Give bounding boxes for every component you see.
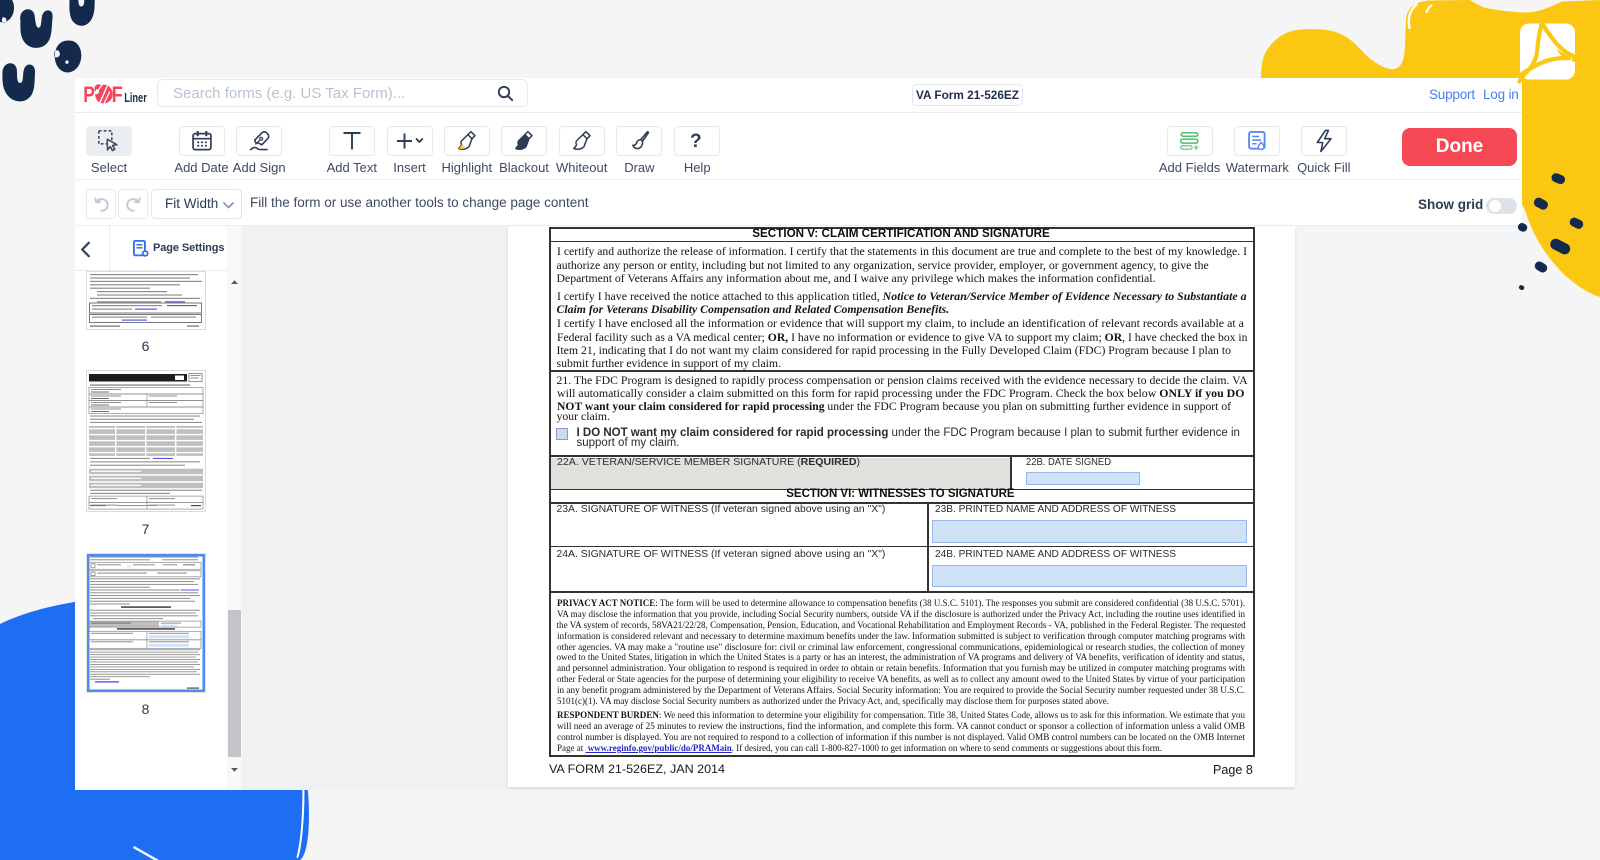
svg-text:F: F: [112, 84, 123, 106]
svg-text:?: ?: [690, 131, 702, 152]
svg-text:Liner: Liner: [124, 91, 147, 105]
svg-text:P: P: [84, 84, 95, 106]
